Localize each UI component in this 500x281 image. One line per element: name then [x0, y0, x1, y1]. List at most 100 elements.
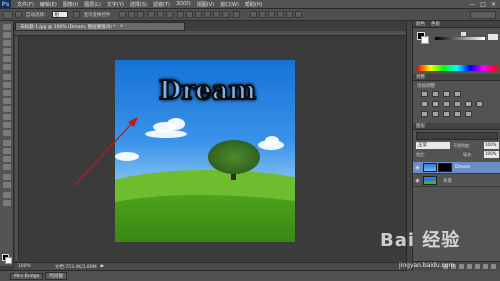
close-button[interactable]: ✕ — [491, 1, 496, 8]
adjustments-panel-header[interactable]: 调整 — [413, 74, 500, 81]
document-image[interactable]: Dream — [115, 60, 295, 242]
new-layer-icon[interactable] — [483, 264, 488, 269]
brush-tool-icon[interactable] — [3, 82, 11, 88]
status-arrow-icon[interactable]: ▶ — [101, 264, 104, 269]
eraser-tool-icon[interactable] — [3, 106, 11, 112]
color-spectrum-ramp[interactable] — [417, 65, 497, 71]
tab-color[interactable]: 颜色 — [416, 21, 425, 27]
opacity-field[interactable]: 100% — [484, 142, 499, 149]
new-adjustment-icon[interactable] — [467, 264, 472, 269]
eyedropper-tool-icon[interactable] — [3, 64, 11, 70]
layers-panel-header[interactable]: 图层 — [413, 123, 500, 130]
layer-filter-bar[interactable] — [416, 132, 498, 140]
align-right-icon[interactable] — [165, 11, 173, 18]
dodge-tool-icon[interactable] — [3, 130, 11, 136]
align-bottom-icon[interactable] — [136, 11, 144, 18]
new-group-icon[interactable] — [475, 264, 480, 269]
workspace-switcher[interactable] — [470, 10, 496, 19]
type-tool-icon[interactable] — [3, 148, 11, 154]
maximize-button[interactable]: □ — [480, 1, 486, 8]
minimize-button[interactable]: — — [469, 1, 475, 8]
path-select-tool-icon[interactable] — [3, 156, 11, 162]
pen-tool-icon[interactable] — [3, 140, 11, 146]
zoom-level[interactable]: 100% — [18, 264, 31, 269]
color-value-field[interactable] — [488, 34, 498, 40]
visibility-eye-icon[interactable]: ◉ — [413, 178, 422, 184]
menu-help[interactable]: 帮助(H) — [245, 1, 263, 8]
gradient-tool-icon[interactable] — [3, 114, 11, 120]
layer-mask-thumbnail[interactable] — [438, 163, 452, 172]
visibility-eye-icon[interactable]: ◉ — [413, 165, 422, 171]
fill-field[interactable]: 100% — [484, 151, 499, 158]
exposure-icon[interactable] — [454, 91, 461, 97]
3d-scale-icon[interactable] — [294, 11, 302, 18]
crop-tool-icon[interactable] — [3, 56, 11, 62]
align-top-icon[interactable] — [118, 11, 126, 18]
align-hcenter-icon[interactable] — [156, 11, 164, 18]
blend-mode-dropdown[interactable]: 正常 — [416, 142, 450, 149]
3d-camera-tool-icon[interactable] — [3, 182, 11, 188]
tab-layers[interactable]: 图层 — [416, 123, 425, 129]
threshold-icon[interactable] — [443, 111, 450, 117]
color-balance-icon[interactable] — [443, 101, 450, 107]
blur-tool-icon[interactable] — [3, 122, 11, 128]
doc-size[interactable]: 文档:753.4K/1.89M — [55, 264, 97, 270]
hand-tool-icon[interactable] — [3, 192, 11, 198]
tab-timeline[interactable]: 时间轴 — [45, 272, 67, 280]
menu-select[interactable]: 选择(S) — [130, 1, 147, 8]
distribute-vcenter-icon[interactable] — [185, 11, 193, 18]
menu-image[interactable]: 图像(I) — [63, 1, 78, 8]
delete-layer-icon[interactable] — [491, 264, 496, 269]
3d-slide-icon[interactable] — [285, 11, 293, 18]
document-tab[interactable]: 未标题-1.jpg @ 100% (Dream, 图层蒙版/8) * × — [15, 22, 185, 31]
curves-icon[interactable] — [443, 91, 450, 97]
tab-mini-bridge[interactable]: Mini Bridge — [10, 272, 44, 280]
channel-mixer-icon[interactable] — [476, 101, 483, 107]
menu-file[interactable]: 文件(F) — [17, 1, 34, 8]
layer-name[interactable]: Dream — [455, 165, 470, 170]
menu-edit[interactable]: 编辑(E) — [40, 1, 57, 8]
distribute-hcenter-icon[interactable] — [212, 11, 220, 18]
layer-row[interactable]: ◉ Dream — [413, 162, 500, 174]
hue-saturation-icon[interactable] — [432, 101, 439, 107]
color-slider[interactable] — [435, 37, 485, 40]
color-bg-swatch[interactable] — [421, 36, 429, 44]
distribute-bottom-icon[interactable] — [194, 11, 202, 18]
distribute-right-icon[interactable] — [221, 11, 229, 18]
photo-filter-icon[interactable] — [465, 101, 472, 107]
brightness-icon[interactable] — [421, 91, 428, 97]
selective-color-icon[interactable] — [465, 111, 472, 117]
tab-adjustments[interactable]: 调整 — [416, 74, 425, 80]
history-brush-tool-icon[interactable] — [3, 98, 11, 104]
dream-text-layer[interactable]: Dream — [145, 75, 270, 107]
3d-tool-icon[interactable] — [3, 174, 11, 180]
menu-view[interactable]: 视图(V) — [197, 1, 214, 8]
healing-brush-tool-icon[interactable] — [3, 74, 11, 80]
close-tab-icon[interactable]: × — [120, 24, 124, 29]
show-transform-checkbox[interactable] — [72, 11, 80, 18]
align-vcenter-icon[interactable] — [127, 11, 135, 18]
tab-swatches[interactable]: 色板 — [431, 21, 440, 27]
add-mask-icon[interactable] — [459, 264, 464, 269]
invert-icon[interactable] — [421, 111, 428, 117]
gradient-map-icon[interactable] — [454, 111, 461, 117]
menu-filter[interactable]: 滤镜(T) — [153, 1, 170, 8]
black-white-icon[interactable] — [454, 101, 461, 107]
menu-3d[interactable]: 3D(D) — [176, 1, 191, 7]
menu-window[interactable]: 窗口(W) — [220, 1, 239, 8]
3d-pan-icon[interactable] — [276, 11, 284, 18]
menu-layer[interactable]: 图层(L) — [84, 1, 101, 8]
3d-mode-icon[interactable] — [249, 11, 257, 18]
align-left-icon[interactable] — [147, 11, 155, 18]
3d-roll-icon[interactable] — [267, 11, 275, 18]
vibrance-icon[interactable] — [421, 101, 428, 107]
marquee-tool-icon[interactable] — [3, 32, 11, 38]
clone-stamp-tool-icon[interactable] — [3, 90, 11, 96]
menu-type[interactable]: 文字(Y) — [107, 1, 124, 8]
distribute-top-icon[interactable] — [176, 11, 184, 18]
auto-align-icon[interactable] — [232, 11, 240, 18]
slider-handle[interactable] — [461, 32, 466, 36]
3d-rotate-icon[interactable] — [258, 11, 266, 18]
auto-select-dropdown[interactable]: 组 — [51, 11, 68, 18]
move-tool-preset-icon[interactable] — [3, 10, 13, 19]
